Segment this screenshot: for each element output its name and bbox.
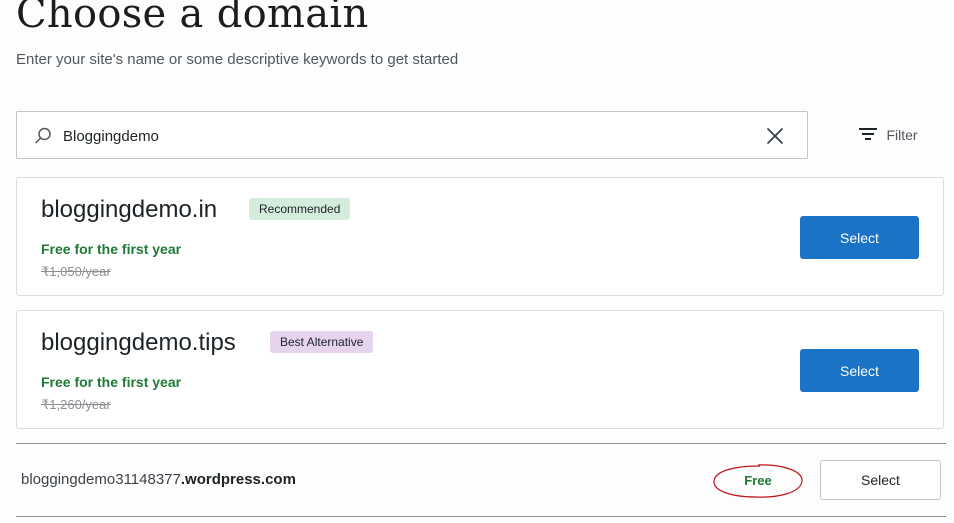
page-subtitle: Enter your site's name or some descripti… — [16, 51, 459, 68]
page-title: Choose a domain — [16, 0, 369, 37]
offer-text: Free for the first year — [41, 241, 182, 257]
recommended-badge: Recommended — [249, 198, 351, 220]
domain-suggestion-card: bloggingdemo.tips Best Alternative Free … — [16, 310, 944, 429]
select-button[interactable]: Select — [800, 216, 919, 259]
domain-suggestion-card: bloggingdemo.in Recommended Free for the… — [16, 177, 944, 296]
domain-name: bloggingdemo.tips — [41, 329, 236, 356]
subdomain-text: bloggingdemo31148377 — [21, 471, 181, 488]
domain-name: bloggingdemo.in — [41, 196, 218, 223]
search-input[interactable] — [63, 124, 743, 148]
close-icon[interactable] — [765, 126, 785, 146]
domain-search-box[interactable] — [16, 111, 808, 159]
filter-icon — [858, 126, 878, 145]
wordpress-suffix: .wordpress.com — [180, 471, 296, 488]
free-domain-name: bloggingdemo31148377.wordpress.com — [21, 471, 296, 488]
free-price: Free — [712, 463, 804, 499]
free-domain-row: bloggingdemo31148377.wordpress.com Free … — [16, 443, 946, 517]
free-price-label: Free — [744, 473, 772, 488]
filter-label: Filter — [886, 127, 918, 143]
filter-button[interactable]: Filter — [830, 111, 946, 159]
select-free-button[interactable]: Select — [820, 460, 941, 500]
search-icon — [33, 126, 53, 146]
best-alternative-badge: Best Alternative — [270, 331, 374, 353]
original-price: ₹1,050/year — [41, 264, 111, 279]
select-button[interactable]: Select — [800, 349, 919, 392]
original-price: ₹1,260/year — [41, 397, 111, 412]
offer-text: Free for the first year — [41, 374, 182, 390]
